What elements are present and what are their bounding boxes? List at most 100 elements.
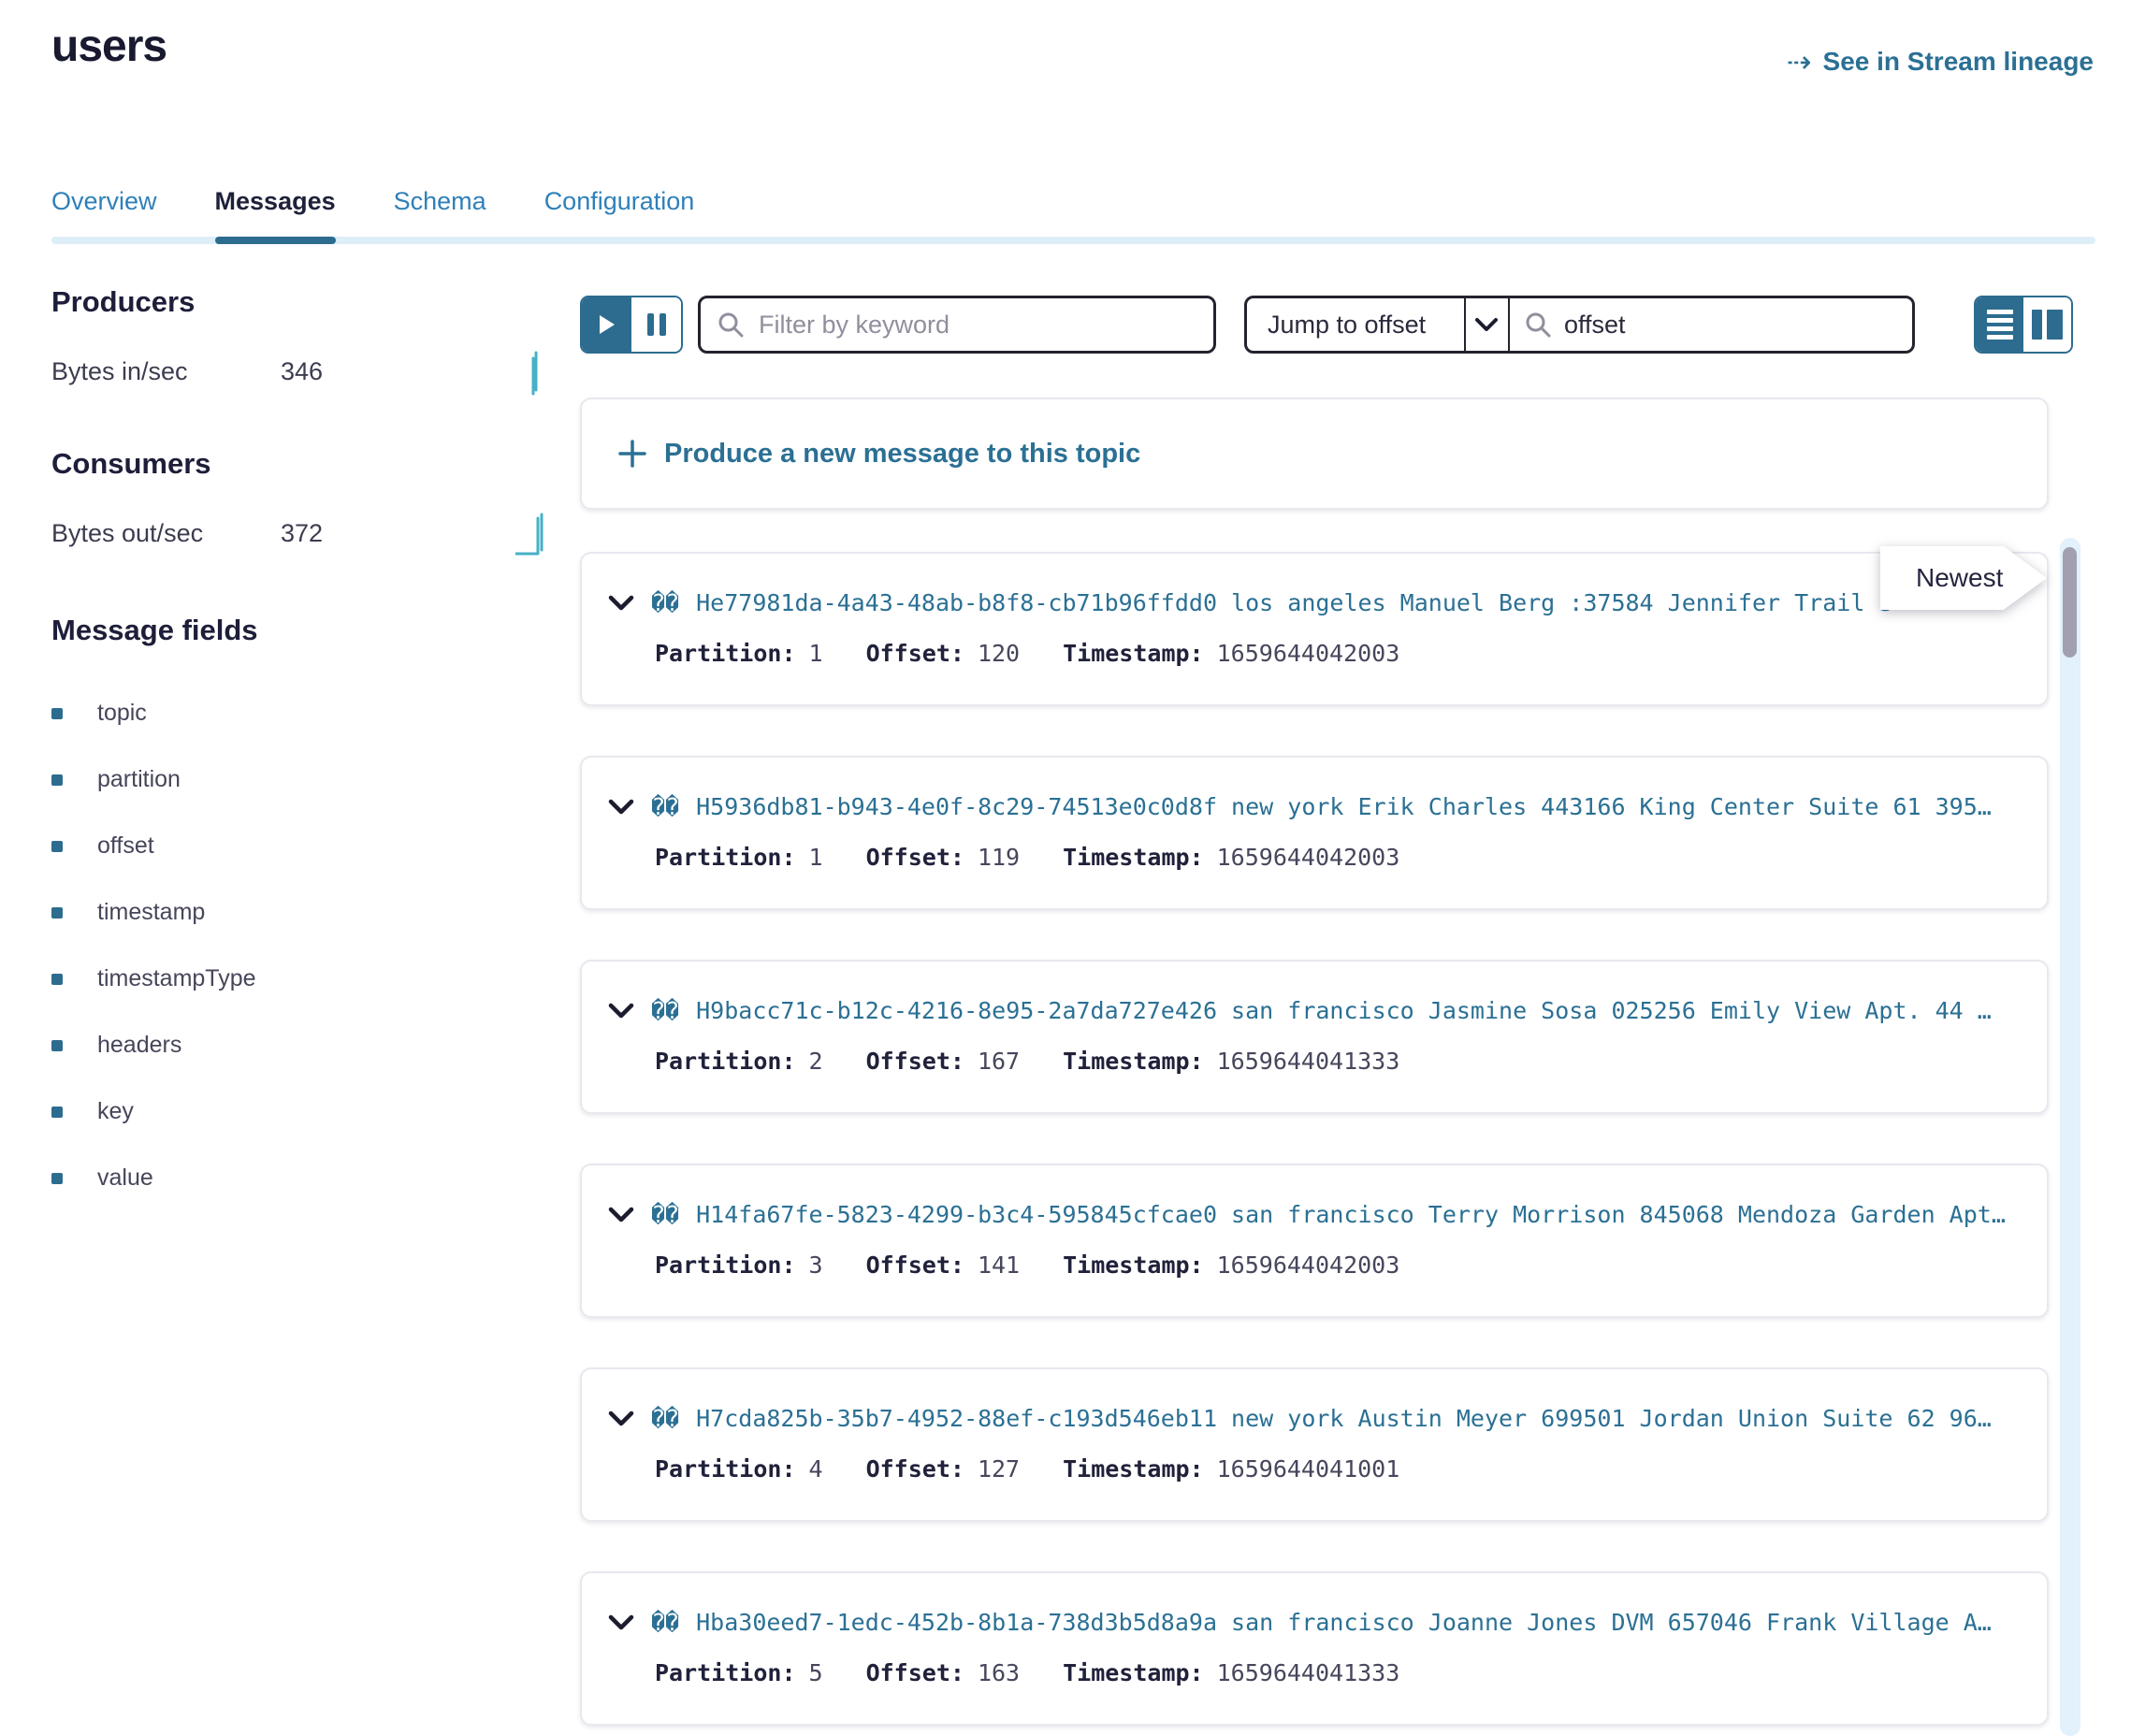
offset-value: 120 bbox=[978, 640, 1020, 667]
expand-chevron-icon[interactable] bbox=[608, 1207, 634, 1223]
pause-icon bbox=[660, 313, 666, 336]
bytes-out-value: 372 bbox=[281, 519, 323, 548]
timestamp-value: 1659644041333 bbox=[1217, 1659, 1400, 1686]
message-row[interactable]: �� H7cda825b-35b7-4952-88ef-c193d546eb11… bbox=[580, 1367, 2049, 1522]
expand-chevron-icon[interactable] bbox=[608, 1003, 634, 1020]
partition-label: Partition: bbox=[655, 844, 796, 871]
list-view-icon bbox=[1987, 310, 2013, 314]
scrollbar-track[interactable] bbox=[2060, 538, 2080, 1736]
active-tab-indicator bbox=[215, 237, 336, 244]
producers-heading: Producers bbox=[51, 285, 547, 319]
expand-chevron-icon[interactable] bbox=[608, 799, 634, 816]
message-value-preview: H5936db81-b943-4e0f-8c29-74513e0c0d8f ne… bbox=[696, 793, 1992, 820]
play-icon bbox=[599, 314, 616, 335]
offset-label: Offset: bbox=[866, 1659, 964, 1686]
message-row[interactable]: �� Hba30eed7-1edc-452b-8b1a-738d3b5d8a9a… bbox=[580, 1571, 2049, 1726]
offset-value: 167 bbox=[978, 1048, 1020, 1075]
timestamp-value: 1659644041333 bbox=[1217, 1048, 1400, 1075]
offset-label: Offset: bbox=[866, 640, 964, 667]
filter-keyword-input[interactable] bbox=[757, 310, 1196, 340]
field-item-topic[interactable]: topic bbox=[51, 680, 547, 746]
field-item-value[interactable]: value bbox=[51, 1145, 547, 1211]
message-list: �� He77981da-4a43-48ab-b8f8-cb71b96ffdd0… bbox=[580, 552, 2049, 1736]
message-key-glyphs: �� bbox=[651, 1405, 679, 1432]
plus-icon bbox=[617, 439, 647, 469]
bytes-in-label: Bytes in/sec bbox=[51, 357, 281, 386]
produce-message-button[interactable]: Produce a new message to this topic bbox=[580, 398, 2049, 510]
timestamp-label: Timestamp: bbox=[1063, 640, 1204, 667]
bytes-in-sparkline bbox=[521, 347, 547, 396]
timestamp-label: Timestamp: bbox=[1063, 1048, 1204, 1075]
message-row[interactable]: �� H9bacc71c-b12c-4216-8e95-2a7da727e426… bbox=[580, 960, 2049, 1114]
field-item-timestamp[interactable]: timestamp bbox=[51, 879, 547, 946]
message-value-preview: Hba30eed7-1edc-452b-8b1a-738d3b5d8a9a sa… bbox=[696, 1609, 1992, 1636]
field-bullet-icon bbox=[51, 774, 63, 786]
offset-label: Offset: bbox=[866, 844, 964, 871]
field-bullet-icon bbox=[51, 1107, 63, 1118]
dashed-arrow-icon: ⇢ bbox=[1787, 47, 1812, 77]
message-fields-heading: Message fields bbox=[51, 614, 547, 647]
field-bullet-icon bbox=[51, 841, 63, 852]
offset-value: 119 bbox=[978, 844, 1020, 871]
messages-toolbar: Jump to offset bbox=[580, 296, 2073, 354]
timestamp-label: Timestamp: bbox=[1063, 844, 1204, 871]
message-fields-list: topic partition offset timestamp timesta… bbox=[51, 680, 547, 1211]
expand-chevron-icon[interactable] bbox=[608, 1614, 634, 1631]
tab-bar: Overview Messages Schema Configuration bbox=[51, 187, 2095, 244]
message-key-glyphs: �� bbox=[651, 1609, 679, 1636]
newest-tooltip-shape: Newest bbox=[1880, 546, 2047, 610]
timestamp-label: Timestamp: bbox=[1063, 1455, 1204, 1483]
tab-messages[interactable]: Messages bbox=[215, 187, 336, 244]
field-item-key[interactable]: key bbox=[51, 1078, 547, 1145]
bytes-out-sparkline bbox=[515, 509, 547, 557]
field-item-headers[interactable]: headers bbox=[51, 1012, 547, 1078]
view-mode-toggle bbox=[1974, 296, 2073, 354]
bytes-out-label: Bytes out/sec bbox=[51, 519, 281, 548]
timestamp-label: Timestamp: bbox=[1063, 1659, 1204, 1686]
message-key-glyphs: �� bbox=[651, 589, 679, 616]
field-item-timestampType[interactable]: timestampType bbox=[51, 946, 547, 1012]
message-value-preview: H7cda825b-35b7-4952-88ef-c193d546eb11 ne… bbox=[696, 1405, 1992, 1432]
partition-value: 4 bbox=[809, 1455, 823, 1483]
expand-chevron-icon[interactable] bbox=[608, 595, 634, 612]
expand-chevron-icon[interactable] bbox=[608, 1410, 634, 1427]
play-button[interactable] bbox=[582, 297, 631, 352]
offset-search-input[interactable] bbox=[1562, 310, 1897, 340]
see-in-stream-lineage-link[interactable]: ⇢ See in Stream lineage bbox=[1787, 47, 2094, 77]
message-key-glyphs: �� bbox=[651, 1201, 679, 1228]
pause-button[interactable] bbox=[631, 297, 681, 352]
partition-value: 5 bbox=[809, 1659, 823, 1686]
partition-label: Partition: bbox=[655, 640, 796, 667]
column-view-button[interactable] bbox=[2023, 297, 2071, 352]
list-view-button[interactable] bbox=[1976, 297, 2023, 352]
message-row[interactable]: �� He77981da-4a43-48ab-b8f8-cb71b96ffdd0… bbox=[580, 552, 2049, 706]
newest-tooltip: Newest bbox=[1880, 546, 2047, 610]
partition-value: 3 bbox=[809, 1251, 823, 1279]
jump-to-offset-select[interactable]: Jump to offset bbox=[1247, 298, 1464, 351]
timestamp-value: 1659644041001 bbox=[1217, 1455, 1400, 1483]
message-key-glyphs: �� bbox=[651, 793, 679, 820]
timestamp-value: 1659644042003 bbox=[1217, 1251, 1400, 1279]
timestamp-value: 1659644042003 bbox=[1217, 844, 1400, 871]
offset-value: 141 bbox=[978, 1251, 1020, 1279]
offset-label: Offset: bbox=[866, 1455, 964, 1483]
lineage-link-label: See in Stream lineage bbox=[1823, 47, 2094, 77]
field-bullet-icon bbox=[51, 708, 63, 719]
field-bullet-icon bbox=[51, 907, 63, 919]
tab-schema[interactable]: Schema bbox=[394, 187, 486, 244]
message-row[interactable]: �� H5936db81-b943-4e0f-8c29-74513e0c0d8f… bbox=[580, 756, 2049, 910]
tab-overview[interactable]: Overview bbox=[51, 187, 157, 244]
select-dropdown-button[interactable] bbox=[1464, 298, 1510, 351]
newest-tooltip-label: Newest bbox=[1916, 563, 2003, 593]
message-row[interactable]: �� H14fa67fe-5823-4299-b3c4-595845cfcae0… bbox=[580, 1164, 2049, 1318]
scrollbar-thumb[interactable] bbox=[2063, 547, 2077, 658]
field-item-partition[interactable]: partition bbox=[51, 746, 547, 813]
partition-value: 1 bbox=[809, 844, 823, 871]
pause-icon bbox=[647, 313, 654, 336]
play-pause-toggle bbox=[580, 296, 683, 354]
field-item-offset[interactable]: offset bbox=[51, 813, 547, 879]
bytes-out-metric: Bytes out/sec 372 bbox=[51, 509, 547, 557]
search-icon bbox=[718, 311, 744, 338]
tab-configuration[interactable]: Configuration bbox=[544, 187, 695, 244]
field-bullet-icon bbox=[51, 974, 63, 985]
